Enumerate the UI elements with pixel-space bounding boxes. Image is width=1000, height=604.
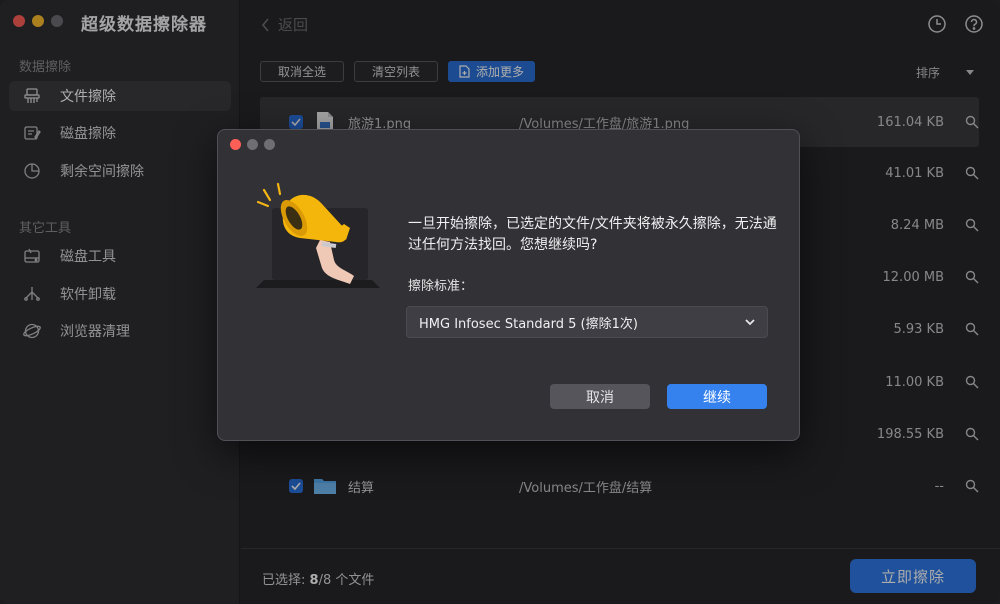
erase-standard-value: HMG Infosec Standard 5 (擦除1次) bbox=[419, 316, 638, 332]
dialog-minimize-button[interactable] bbox=[247, 139, 258, 150]
dialog-message: 一旦开始擦除，已选定的文件/文件夹将被永久擦除，无法通过任何方法找回。您想继续吗… bbox=[408, 216, 777, 253]
app-window: 超级数据擦除器 数据擦除 文件擦除 磁盘擦除 剩余空间擦除 其它工具 磁盘工具 … bbox=[0, 0, 1000, 604]
dialog-zoom-button[interactable] bbox=[264, 139, 275, 150]
dialog-close-button[interactable] bbox=[230, 139, 241, 150]
cancel-button[interactable]: 取消 bbox=[550, 384, 650, 409]
erase-standard-label: 擦除标准： bbox=[408, 279, 474, 294]
erase-standard-select[interactable]: HMG Infosec Standard 5 (擦除1次) bbox=[406, 306, 768, 338]
chevron-down-icon bbox=[745, 319, 755, 326]
continue-button[interactable]: 继续 bbox=[667, 384, 767, 409]
megaphone-icon bbox=[256, 182, 380, 288]
dialog-window-controls bbox=[230, 139, 275, 150]
erase-confirm-dialog: 一旦开始擦除，已选定的文件/文件夹将被永久擦除，无法通过任何方法找回。您想继续吗… bbox=[217, 129, 800, 441]
